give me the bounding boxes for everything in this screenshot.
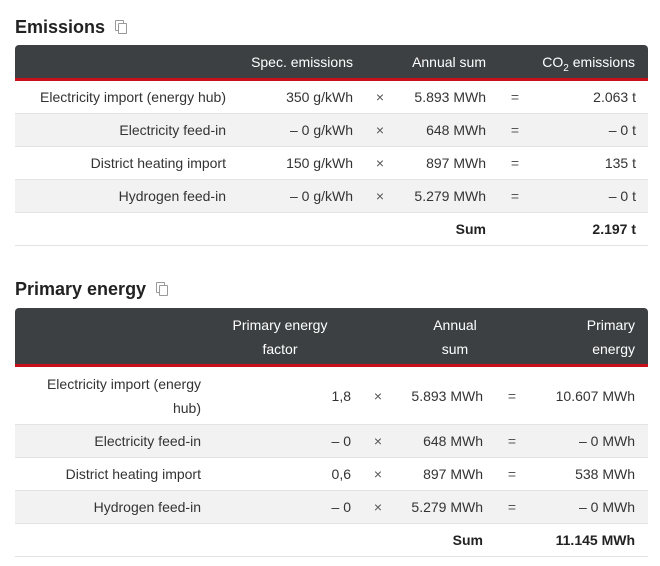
table-row: District heating import 150 g/kWh × 897 … [15,147,648,180]
header-spec-emissions: Spec. emissions [251,54,353,70]
sum-row: Sum 2.197 t [15,213,648,246]
sum-value: 2.197 t [592,221,636,237]
table-row: Hydrogen feed-in – 0 g/kWh × 5.279 MWh =… [15,180,648,213]
row-result: – 0 MWh [578,499,635,515]
row-result: 10.607 MWh [555,387,635,404]
row-label: Hydrogen feed-in [118,188,226,204]
row-factor: – 0 [331,433,351,449]
row-annual: 5.893 MWh [414,89,486,105]
row-label: District heating import [65,466,201,482]
row-factor: – 0 g/kWh [289,188,353,204]
equals-sign: = [510,188,520,204]
row-label: Electricity import (energy hub) [40,89,226,105]
row-label: Electricity feed-in [119,122,226,138]
table-row: District heating import 0,6 × 897 MWh = … [15,458,648,491]
sum-row: Sum 11.145 MWh [15,524,648,557]
sum-label: Sum [452,532,483,548]
row-annual: 648 MWh [426,122,486,138]
emissions-table: Spec. emissions Annual sum CO2 emissions… [15,45,648,246]
multiply-sign: × [375,122,385,138]
header-annual-sum: Annual sum [412,54,486,70]
row-annual: 897 MWh [426,155,486,171]
row-result: 135 t [604,155,636,171]
row-result: 2.063 t [593,89,636,105]
row-annual: 648 MWh [423,433,483,449]
row-label: Hydrogen feed-in [93,499,201,515]
sum-label: Sum [455,221,486,237]
primary-energy-table: Primary energy factor Annual sum Primary en… [15,308,648,557]
header-annual-sum: Annual sum [433,317,477,357]
emissions-section-title: Emissions [15,15,129,39]
row-label: Electricity import (energy hub) [46,375,201,416]
primary-energy-title: Primary energy [15,278,147,299]
copy-icon[interactable] [115,20,129,34]
equals-sign: = [507,387,517,404]
header-primary-energy-factor: Primary energy factor [232,317,328,357]
multiply-sign: × [375,155,385,171]
row-result: 538 MWh [575,466,635,482]
row-label: District heating import [90,155,226,171]
row-result: – 0 t [608,188,636,204]
equals-sign: = [507,466,517,482]
table-row: Hydrogen feed-in – 0 × 5.279 MWh = – 0 M… [15,491,648,524]
header-co2-emissions: CO2 emissions [542,54,635,74]
copy-icon[interactable] [156,282,170,296]
row-annual: 5.893 MWh [411,387,483,404]
row-annual: 5.279 MWh [411,499,483,515]
row-factor: – 0 [331,499,351,515]
row-annual: 5.279 MWh [414,188,486,204]
row-result: – 0 t [608,122,636,138]
multiply-sign: × [375,188,385,204]
multiply-sign: × [373,466,383,482]
equals-sign: = [507,433,517,449]
multiply-sign: × [373,499,383,515]
primary-energy-table-header: Primary energy factor Annual sum Primary en… [15,308,648,367]
row-factor: – 0 g/kWh [289,122,353,138]
row-label: Electricity feed-in [94,433,201,449]
table-row: Electricity import (energy hub) 1,8 × 5.… [15,367,648,425]
primary-energy-section-title: Primary energy [15,277,170,301]
table-row: Electricity import (energy hub) 350 g/kW… [15,81,648,114]
sum-value: 11.145 MWh [555,532,635,548]
header-primary-energy: Primary energy [586,317,635,357]
multiply-sign: × [373,387,383,404]
multiply-sign: × [375,89,385,105]
row-factor: 1,8 [331,387,351,404]
equals-sign: = [510,89,520,105]
row-factor: 0,6 [331,466,351,482]
emissions-table-header: Spec. emissions Annual sum CO2 emissions [15,45,648,81]
row-factor: 350 g/kWh [286,89,353,105]
table-row: Electricity feed-in – 0 × 648 MWh = – 0 … [15,425,648,458]
row-factor: 150 g/kWh [286,155,353,171]
table-row: Electricity feed-in – 0 g/kWh × 648 MWh … [15,114,648,147]
emissions-title: Emissions [15,16,106,37]
row-annual: 897 MWh [423,466,483,482]
equals-sign: = [510,122,520,138]
row-result: – 0 MWh [578,433,635,449]
multiply-sign: × [373,433,383,449]
equals-sign: = [510,155,520,171]
equals-sign: = [507,499,517,515]
